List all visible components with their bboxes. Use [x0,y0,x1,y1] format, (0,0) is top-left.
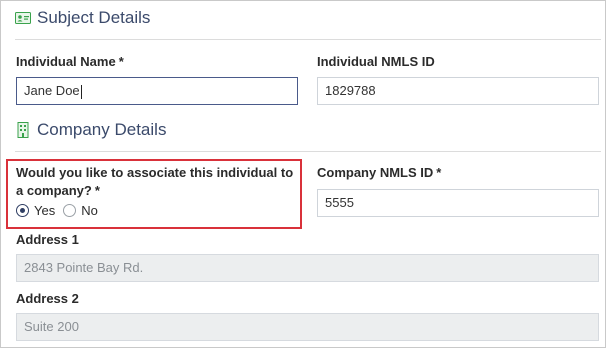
address1-input: 2843 Pointe Bay Rd. [16,254,599,282]
radio-yes-label[interactable]: Yes [34,203,55,218]
individual-name-label: Individual Name * [16,54,124,69]
individual-name-input[interactable]: Jane Doe [16,77,298,105]
associate-radio-group: Yes No [16,203,106,218]
subject-details-header: Subject Details [15,8,150,28]
id-card-icon [15,10,31,26]
company-details-title: Company Details [37,120,167,139]
form-panel: Subject Details Individual Name * Jane Do… [0,0,606,348]
company-details-header: Company Details [15,120,166,140]
company-nmls-input[interactable]: 5555 [317,189,599,217]
company-nmls-label: Company NMLS ID * [317,165,442,180]
radio-no-label[interactable]: No [81,203,98,218]
radio-yes[interactable] [16,204,29,217]
address2-input: Suite 200 [16,313,599,341]
text-caret [80,84,82,99]
address2-label: Address 2 [16,291,79,306]
building-icon [15,122,31,138]
individual-nmls-label: Individual NMLS ID [317,54,435,69]
subject-details-title: Subject Details [37,8,151,27]
section-divider [15,39,601,40]
associate-question-label: Would you like to associate this individ… [16,165,294,198]
radio-no[interactable] [63,204,77,217]
section-divider [15,151,601,152]
individual-nmls-input[interactable]: 1829788 [317,77,599,105]
address1-label: Address 1 [16,232,79,247]
